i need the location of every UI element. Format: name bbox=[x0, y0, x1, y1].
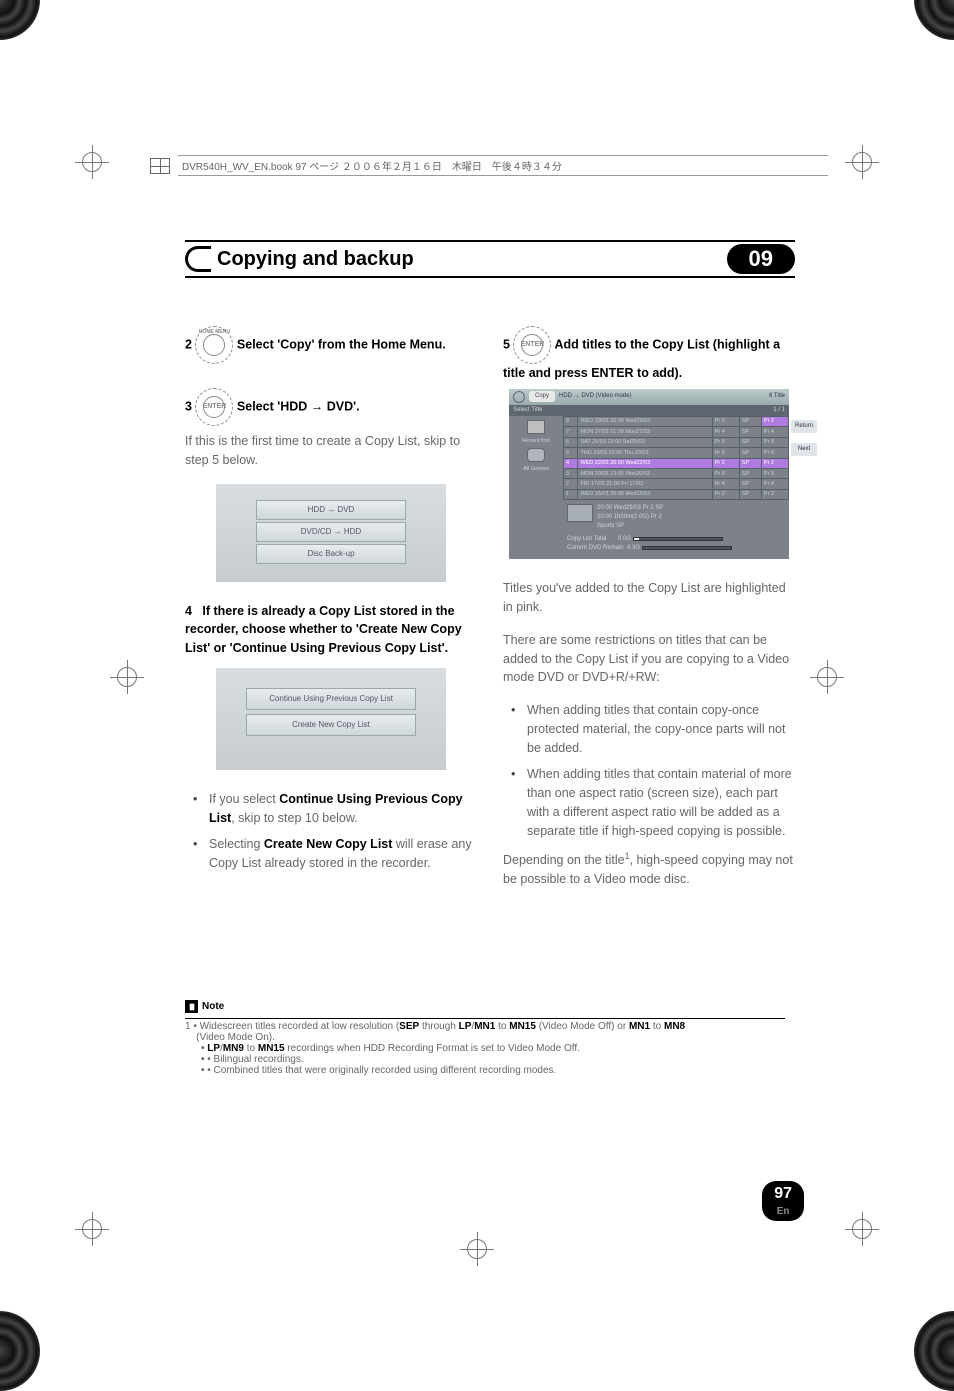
table-row-highlighted: 4WED 22/03 20:00 Wed22/03Pr 2SPPr 2 bbox=[564, 458, 789, 468]
page-number-tab: 97 En bbox=[762, 1181, 804, 1221]
footnote-sub: • Combined titles that were originally r… bbox=[201, 1065, 785, 1076]
enter-button-icon: ENTER bbox=[195, 388, 233, 426]
menu-option: Disc Back-up bbox=[256, 544, 406, 564]
copy-ui-topbar: Copy HDD → DVD (Video mode) 8 Title bbox=[509, 389, 789, 405]
print-header-text: DVR540H_WV_EN.book 97 ページ ２００６年２月１６日 木曜日… bbox=[182, 158, 562, 173]
return-button: Return bbox=[791, 420, 817, 433]
crop-mark bbox=[110, 660, 144, 694]
table-row: 2FRI 17/03 21:00 Fri 17/03Pr 4SPPr 4 bbox=[564, 479, 789, 489]
body-text: There are some restrictions on titles th… bbox=[503, 631, 795, 687]
list-item: When adding titles that contain material… bbox=[517, 765, 795, 840]
copy-totals: Copy List Total 0.0G Current DVD Remain … bbox=[509, 533, 789, 553]
home-menu-button-icon: HOME MENU bbox=[195, 326, 233, 364]
step-4-text: If there is already a Copy List stored i… bbox=[185, 604, 462, 656]
remain-bar bbox=[642, 546, 732, 550]
table-row: 1WED 15/03 20:00 Wed15/03Pr 2SPPr 2 bbox=[564, 489, 789, 499]
menu-option: HDD → DVD bbox=[256, 500, 406, 520]
page-number: 97 bbox=[774, 1185, 792, 1202]
book-icon bbox=[150, 158, 170, 174]
print-registration-blob bbox=[0, 1311, 40, 1391]
enter-button-icon: ENTER bbox=[513, 326, 551, 364]
list-item: When adding titles that contain copy-onc… bbox=[517, 701, 795, 757]
copy-tab: Copy bbox=[529, 391, 555, 402]
next-button: Next bbox=[791, 443, 817, 456]
step-3-text: Select 'HDD → DVD'. bbox=[237, 399, 360, 413]
disc-icon bbox=[513, 391, 525, 403]
crop-mark bbox=[75, 145, 109, 179]
copy-list-screenshot: Copy HDD → DVD (Video mode) 8 Title Sele… bbox=[509, 389, 789, 560]
step-4-bullets: If you select Continue Using Previous Co… bbox=[185, 790, 477, 873]
thumbnail-icon bbox=[567, 504, 593, 522]
copy-ui-subbar: Select Title 1 / 1 bbox=[509, 405, 789, 416]
crop-mark bbox=[845, 1212, 879, 1246]
genre-icon bbox=[527, 448, 545, 462]
menu-option: Create New Copy List bbox=[246, 714, 416, 736]
note-icon bbox=[185, 1000, 198, 1013]
step-4: 4 If there is already a Copy List stored… bbox=[185, 602, 477, 658]
footnotes: Note 1 • Widescreen titles recorded at l… bbox=[185, 1000, 785, 1076]
table-row: 6SAT 25/03 23:00 Sat25/03Pr 9SPPr 9 bbox=[564, 437, 789, 447]
step-5: 5 ENTER Add titles to the Copy List (hig… bbox=[503, 326, 795, 383]
print-registration-blob bbox=[0, 0, 40, 40]
section-header: Copying and backup 09 bbox=[185, 240, 795, 278]
page-content: Copying and backup 09 2 HOME MENU Select… bbox=[185, 240, 795, 903]
crop-mark bbox=[75, 1212, 109, 1246]
total-bar bbox=[633, 537, 723, 541]
copy-mode: HDD → DVD (Video mode) bbox=[559, 392, 632, 401]
copy-list-choice-screenshot: Continue Using Previous Copy List Create… bbox=[216, 668, 446, 770]
note-label: Note bbox=[185, 1000, 224, 1013]
footnote-sub: • Bilingual recordings. bbox=[201, 1054, 785, 1065]
bracket-decoration bbox=[185, 246, 211, 272]
title-table: 8WED 29/03 20:00 Wed29/03Pr 2SPPr 2 7MON… bbox=[563, 416, 789, 501]
table-row: 3MON 20/03 13:00 Mon20/03Pr 9SPPr 9 bbox=[564, 468, 789, 478]
copy-ui-left-panel: Recent first All Genres bbox=[509, 416, 563, 501]
crop-mark bbox=[845, 145, 879, 179]
list-item: Selecting Create New Copy List will eras… bbox=[199, 835, 477, 873]
footnote-1: 1 • Widescreen titles recorded at low re… bbox=[185, 1018, 785, 1076]
step-3: 3 ENTER Select 'HDD → DVD'. bbox=[185, 388, 477, 426]
menu-option: Continue Using Previous Copy List bbox=[246, 688, 416, 710]
table-row: 8WED 29/03 20:00 Wed29/03Pr 2SPPr 2 bbox=[564, 416, 789, 426]
print-registration-blob bbox=[914, 0, 954, 40]
table-row: 7MON 27/03 21:00 Mon27/03Pr 4SPPr 4 bbox=[564, 427, 789, 437]
crop-mark bbox=[460, 1232, 494, 1266]
print-header: DVR540H_WV_EN.book 97 ページ ２００６年２月１６日 木曜日… bbox=[150, 155, 828, 176]
chapter-tab: 09 bbox=[727, 244, 795, 274]
title-count: 8 Title bbox=[769, 392, 785, 401]
crop-mark bbox=[810, 660, 844, 694]
closing-text: Depending on the title1, high-speed copy… bbox=[503, 850, 795, 889]
menu-option: DVD/CD → HDD bbox=[256, 522, 406, 542]
page-lang: En bbox=[762, 1206, 804, 1217]
table-row: 5THU 23/03 22:00 Thu 23/03Pr 6SPPr 6 bbox=[564, 448, 789, 458]
footnote-sub: LP/MN9 to MN15 recordings when HDD Recor… bbox=[201, 1043, 785, 1054]
copy-menu-screenshot: HDD → DVD DVD/CD → HDD Disc Back-up bbox=[216, 484, 446, 582]
list-item: If you select Continue Using Previous Co… bbox=[199, 790, 477, 828]
left-column: 2 HOME MENU Select 'Copy' from the Home … bbox=[185, 326, 477, 903]
title-detail: 20:00 Wed29/03 Pr 2 SP 20:00 1h00m(2.0G)… bbox=[509, 500, 789, 533]
section-title: Copying and backup bbox=[217, 248, 727, 271]
step-2: 2 HOME MENU Select 'Copy' from the Home … bbox=[185, 326, 477, 364]
restrictions-list: When adding titles that contain copy-onc… bbox=[503, 701, 795, 840]
body-text: Titles you've added to the Copy List are… bbox=[503, 579, 795, 617]
step-3-body: If this is the first time to create a Co… bbox=[185, 432, 477, 470]
step-2-text: Select 'Copy' from the Home Menu. bbox=[237, 337, 446, 351]
right-column: 5 ENTER Add titles to the Copy List (hig… bbox=[503, 326, 795, 903]
sort-icon bbox=[527, 420, 545, 434]
print-registration-blob bbox=[914, 1311, 954, 1391]
